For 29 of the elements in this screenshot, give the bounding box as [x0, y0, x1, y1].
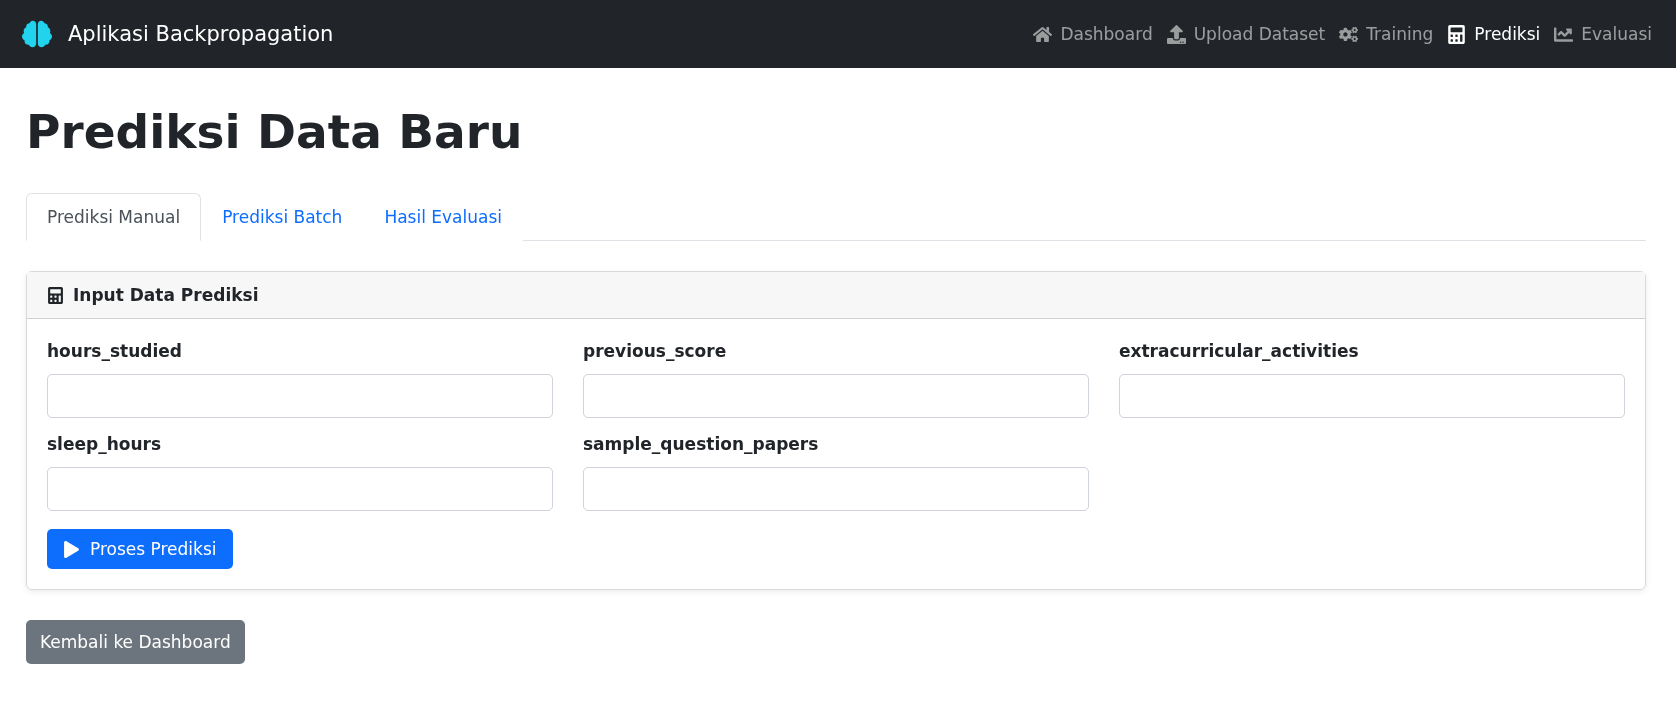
input-field[interactable] [583, 374, 1089, 418]
nav-link[interactable]: Training [1339, 24, 1434, 44]
input-field[interactable] [47, 374, 553, 418]
nav-link[interactable]: Prediksi [1447, 24, 1541, 44]
field-label: hours_studied [47, 341, 183, 361]
play-icon [63, 540, 80, 558]
input-field[interactable] [1119, 374, 1625, 418]
gears-icon [1339, 24, 1359, 44]
calculator-icon [1447, 24, 1467, 44]
field-label: sample_question_papers [583, 434, 820, 454]
field-label: previous_score [583, 341, 728, 361]
home-icon [1033, 24, 1053, 44]
calculator-icon [47, 286, 64, 304]
page-title: Prediksi Data Baru [26, 104, 524, 159]
card-title: Input Data Prediksi [73, 285, 259, 305]
brain-icon [22, 19, 52, 49]
nav-link[interactable]: Evaluasi [1554, 24, 1652, 44]
field-label: sleep_hours [47, 434, 163, 454]
nav-link[interactable]: Dashboard [1033, 24, 1153, 44]
field-label: extracurricular_activities [1119, 341, 1360, 361]
brand-name[interactable]: Aplikasi Backpropagation [68, 22, 334, 46]
input-field[interactable] [47, 467, 553, 511]
nav-link[interactable]: Upload Dataset [1166, 24, 1326, 44]
upload-icon [1166, 24, 1186, 44]
tab[interactable]: Prediksi Manual [26, 193, 202, 241]
back-button[interactable]: Kembali ke Dashboard [26, 620, 245, 664]
input-field[interactable] [583, 467, 1089, 511]
submit-button[interactable]: Proses Prediksi [47, 529, 233, 569]
line-chart-icon [1554, 24, 1574, 44]
